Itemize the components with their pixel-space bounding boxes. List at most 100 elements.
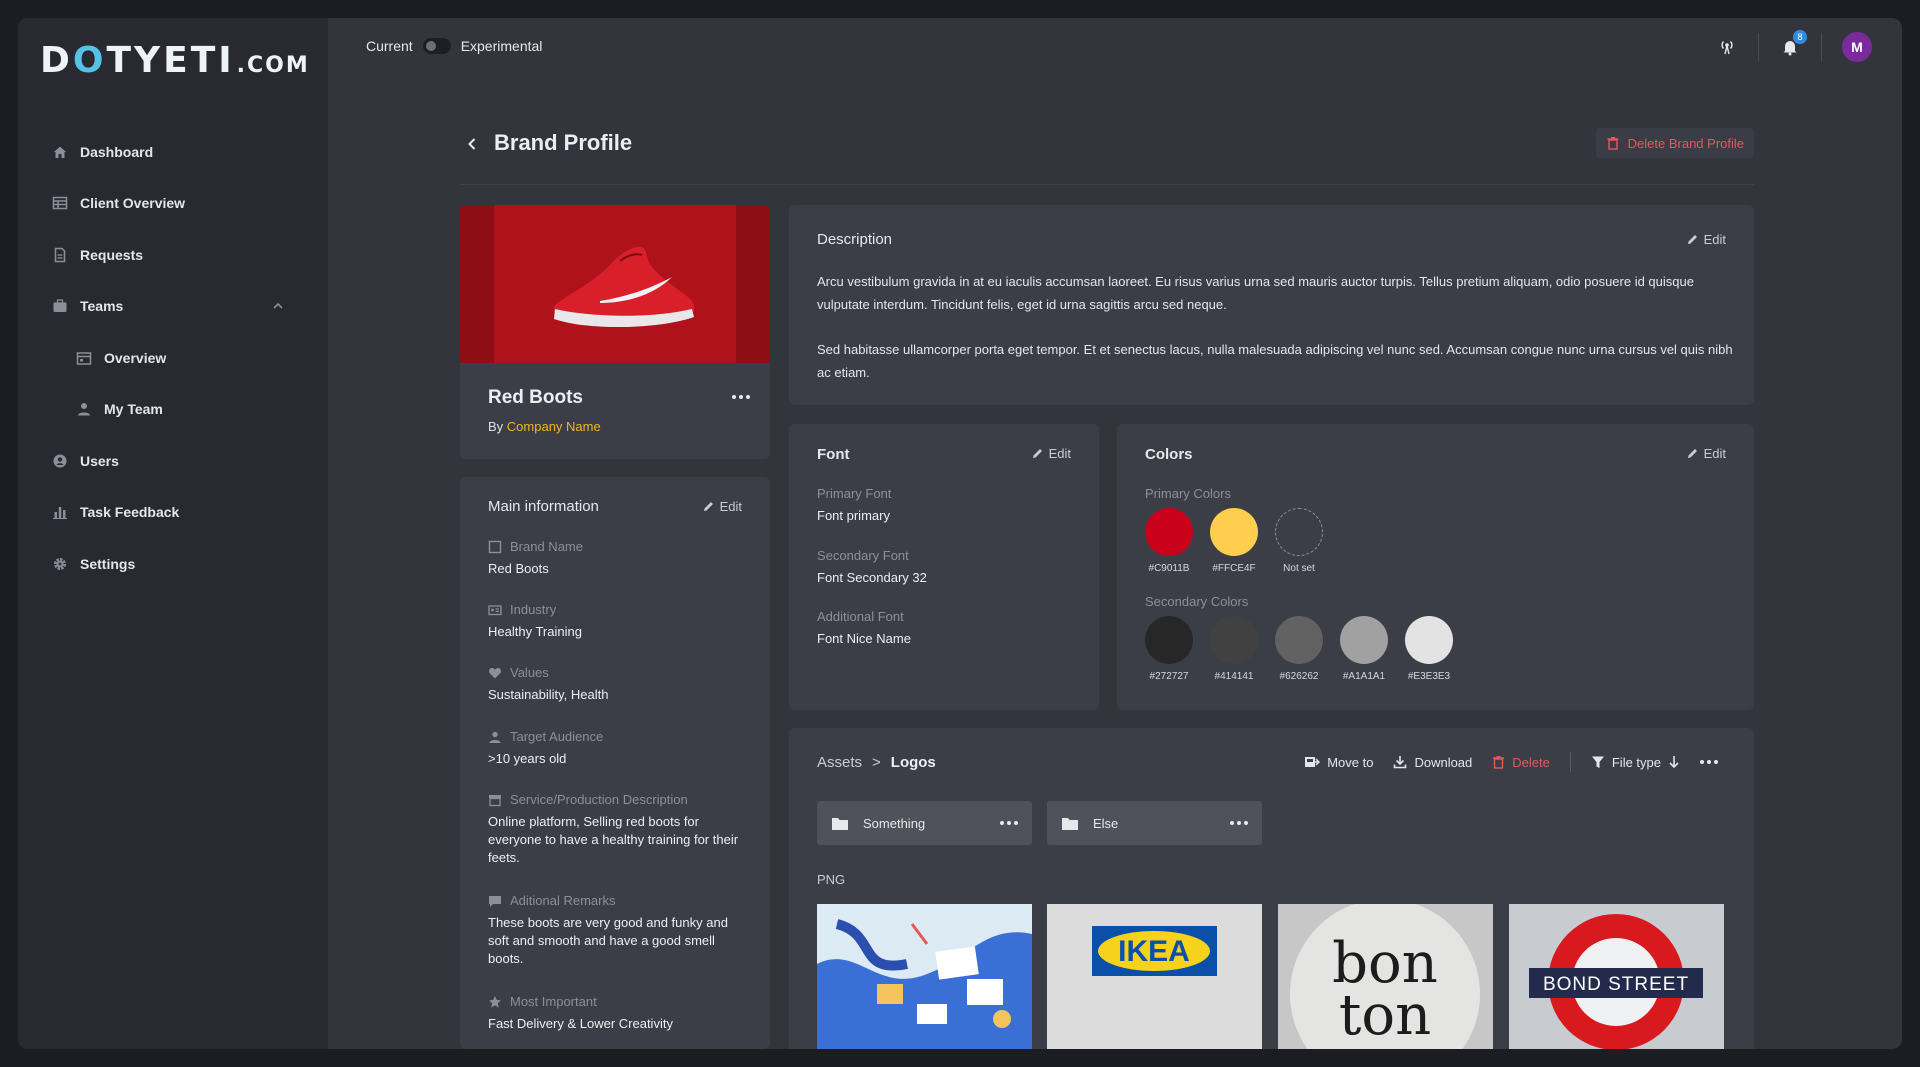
- chevron-up-icon[interactable]: [272, 299, 284, 315]
- field-label: Additional Font: [817, 609, 904, 624]
- back-arrow-icon[interactable]: [460, 132, 484, 156]
- edit-description-button[interactable]: Edit: [1686, 232, 1726, 247]
- swatch-circle: [1275, 616, 1323, 664]
- assets-card: Assets > Logos Move to Download Delete F…: [789, 728, 1754, 1049]
- field-value: Online platform, Selling red boots for e…: [488, 814, 739, 865]
- edit-main-info-button[interactable]: Edit: [702, 499, 742, 514]
- field-value: Sustainability, Health: [488, 687, 609, 702]
- secondary-swatches: #272727 #414141 #626262 #A1A1A1 #E3E3E3: [1145, 616, 1453, 682]
- page-title: Brand Profile: [494, 130, 633, 155]
- field-value: Font Nice Name: [817, 631, 911, 646]
- field-service-description: Service/Production Description Online pl…: [488, 792, 748, 867]
- broadcast-icon[interactable]: [1716, 36, 1738, 58]
- move-icon: [1305, 757, 1321, 767]
- color-swatch[interactable]: #A1A1A1: [1340, 616, 1388, 682]
- file-type-label: File type: [1611, 754, 1661, 770]
- sidebar-item-label: Settings: [80, 555, 136, 572]
- heart-icon: [488, 666, 502, 680]
- breadcrumb-assets[interactable]: Assets: [817, 754, 862, 771]
- sidebar-item-task-feedback[interactable]: Task Feedback: [18, 487, 328, 539]
- folder-item[interactable]: Else: [1047, 801, 1262, 845]
- field-value: These boots are very good and funky and …: [488, 915, 728, 966]
- bell-icon[interactable]: 8: [1779, 30, 1807, 58]
- gear-icon: [52, 556, 68, 572]
- breadcrumb-separator: >: [872, 754, 881, 771]
- sidebar-item-users[interactable]: Users: [18, 435, 328, 487]
- product-image: [460, 205, 770, 363]
- sidebar-item-label: My Team: [104, 401, 163, 418]
- field-label: Brand Name: [510, 539, 583, 554]
- folder-item[interactable]: Something: [817, 801, 1032, 845]
- color-swatch-empty[interactable]: Not set: [1275, 508, 1323, 574]
- app-window: DOTYETI .COM Dashboard Client Overview R…: [18, 18, 1902, 1049]
- sidebar-item-my-team[interactable]: My Team: [18, 384, 328, 436]
- star-icon: [488, 995, 502, 1009]
- id-card-icon: [488, 603, 502, 617]
- swatch-code: #E3E3E3: [1407, 671, 1451, 682]
- more-options-icon[interactable]: [1700, 760, 1718, 764]
- company-link[interactable]: Company Name: [507, 419, 601, 434]
- field-secondary-font: Secondary Font Font Secondary 32: [817, 548, 1077, 587]
- delete-brand-profile-button[interactable]: Delete Brand Profile: [1595, 128, 1754, 158]
- comment-icon: [488, 894, 502, 908]
- sidebar-item-requests[interactable]: Requests: [18, 229, 328, 281]
- more-options-icon[interactable]: [1230, 821, 1248, 825]
- field-industry: Industry Healthy Training: [488, 602, 748, 641]
- square-icon: [488, 540, 502, 554]
- secondary-colors-label: Secondary Colors: [1145, 594, 1249, 609]
- edit-label: Edit: [1703, 446, 1726, 461]
- asset-thumbnail[interactable]: IKEA: [1047, 904, 1262, 1049]
- sort-arrow-icon[interactable]: [1668, 755, 1680, 769]
- move-to-button[interactable]: Move to: [1304, 755, 1373, 770]
- document-icon: [52, 247, 68, 263]
- ikea-text: IKEA: [1118, 935, 1190, 968]
- download-icon: [1394, 756, 1407, 769]
- sidebar-item-label: Requests: [80, 246, 144, 263]
- logo-part: D: [40, 40, 73, 81]
- calendar-icon: [76, 350, 92, 366]
- avatar[interactable]: M: [1842, 32, 1872, 62]
- pencil-icon: [1032, 449, 1042, 458]
- toggle-label-current: Current: [366, 38, 413, 54]
- sidebar-item-overview[interactable]: Overview: [18, 332, 328, 384]
- sidebar: DOTYETI .COM Dashboard Client Overview R…: [18, 18, 328, 1049]
- colors-card: Colors Edit Primary Colors #C9011B #FFCE…: [1117, 424, 1754, 710]
- color-swatch[interactable]: #FFCE4F: [1210, 508, 1258, 574]
- download-button[interactable]: Download: [1393, 755, 1472, 770]
- sidebar-item-teams[interactable]: Teams: [18, 281, 328, 333]
- swatch-code: Not set: [1283, 563, 1315, 574]
- more-options-icon[interactable]: [732, 395, 750, 399]
- sidebar-item-dashboard[interactable]: Dashboard: [18, 126, 328, 178]
- swatch-circle: [1340, 616, 1388, 664]
- field-value: Healthy Training: [488, 624, 582, 639]
- color-swatch[interactable]: #626262: [1275, 616, 1323, 682]
- delete-button[interactable]: Delete: [1492, 755, 1550, 770]
- trash-icon: [1607, 137, 1619, 150]
- color-swatch[interactable]: #E3E3E3: [1405, 616, 1453, 682]
- swatch-code: #272727: [1149, 671, 1189, 682]
- sidebar-item-settings[interactable]: Settings: [18, 538, 328, 590]
- swatch-circle: [1210, 508, 1258, 556]
- main-information-card: Main information Edit Brand Name Red Boo…: [460, 477, 770, 1049]
- asset-thumbnail[interactable]: [817, 904, 1032, 1049]
- section-title: Main information: [488, 498, 599, 515]
- color-swatch[interactable]: #272727: [1145, 616, 1193, 682]
- sidebar-item-client-overview[interactable]: Client Overview: [18, 178, 328, 230]
- version-toggle[interactable]: [422, 38, 451, 54]
- sidebar-item-label: Task Feedback: [80, 504, 180, 521]
- file-type-filter[interactable]: File type: [1591, 755, 1680, 770]
- field-values: Values Sustainability, Health: [488, 665, 748, 704]
- by-prefix: By: [488, 419, 504, 434]
- bar-chart-icon: [52, 504, 68, 520]
- swatch-circle: [1210, 616, 1258, 664]
- more-options-icon[interactable]: [1000, 821, 1018, 825]
- color-swatch[interactable]: #C9011B: [1145, 508, 1193, 574]
- illustration-image: [817, 904, 1032, 1049]
- edit-font-button[interactable]: Edit: [1031, 446, 1071, 461]
- field-label: Industry: [510, 602, 557, 617]
- edit-colors-button[interactable]: Edit: [1686, 446, 1726, 461]
- asset-thumbnail[interactable]: bon ton: [1278, 904, 1493, 1049]
- app-logo[interactable]: DOTYETI .COM: [40, 40, 310, 81]
- asset-thumbnail[interactable]: BOND STREET: [1509, 904, 1724, 1049]
- color-swatch[interactable]: #414141: [1210, 616, 1258, 682]
